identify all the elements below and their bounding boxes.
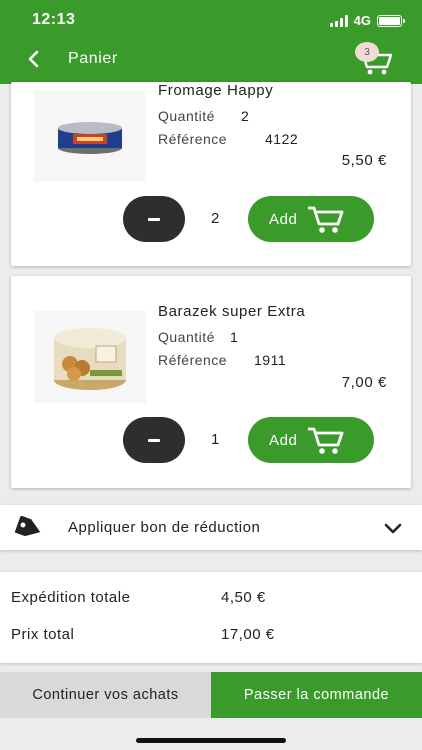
network-label: 4G — [353, 13, 371, 28]
decrease-quantity-button[interactable] — [123, 196, 185, 242]
add-to-cart-button[interactable]: Add — [248, 417, 374, 463]
add-button-label: Add — [269, 210, 298, 228]
cart-item-card: Barazek super Extra Quantité 1 Référence… — [11, 276, 411, 488]
app-header: 12:13 4G Panier 3 — [0, 0, 422, 84]
add-to-cart-button[interactable]: Add — [248, 196, 374, 242]
signal-icon — [329, 14, 348, 27]
checkout-button[interactable]: Passer la commande — [211, 672, 422, 718]
add-cart-icon — [307, 427, 343, 454]
status-time: 12:13 — [32, 11, 76, 28]
reference-label: Référence — [158, 352, 228, 368]
product-price: 5,50 € — [341, 152, 387, 169]
cart-item-card: Fromage Happy Quantité 2 Référence 4122 … — [11, 82, 411, 266]
add-cart-icon — [307, 206, 343, 233]
back-button[interactable] — [22, 48, 44, 70]
apply-coupon-row[interactable]: Appliquer bon de réduction — [0, 505, 422, 550]
home-indicator[interactable] — [136, 738, 286, 743]
continue-shopping-button[interactable]: Continuer vos achats — [0, 672, 211, 718]
total-price-label: Prix total — [11, 626, 75, 643]
reference-label: Référence — [158, 131, 228, 147]
product-name: Fromage Happy — [158, 82, 274, 99]
product-image — [34, 311, 146, 403]
quantity-display: 2 — [211, 210, 220, 227]
shipping-value: 4,50 € — [221, 589, 266, 606]
battery-icon — [377, 14, 405, 27]
bottom-action-bar: Continuer vos achats Passer la commande — [0, 672, 422, 718]
chevron-down-icon — [384, 523, 402, 534]
total-price-value: 17,00 € — [221, 626, 275, 643]
decrease-quantity-button[interactable] — [123, 417, 185, 463]
status-indicators: 4G — [329, 13, 405, 28]
reference-value: 4122 — [265, 131, 299, 147]
minus-icon — [148, 217, 160, 221]
back-chevron-icon — [28, 50, 39, 68]
coupon-label: Appliquer bon de réduction — [68, 519, 261, 536]
cart-button[interactable]: 3 — [352, 42, 396, 76]
reference-value: 1911 — [254, 352, 287, 368]
product-price: 7,00 € — [341, 374, 387, 391]
tag-icon — [14, 516, 41, 537]
quantity-value: 1 — [230, 329, 239, 345]
quantity-value: 2 — [241, 108, 250, 124]
shipping-label: Expédition totale — [11, 589, 131, 606]
product-name: Barazek super Extra — [158, 303, 306, 320]
minus-icon — [148, 438, 160, 442]
order-summary: Expédition totale 4,50 € Prix total 17,0… — [0, 572, 422, 663]
quantity-display: 1 — [211, 431, 220, 448]
add-button-label: Add — [269, 431, 298, 449]
cart-count-badge: 3 — [355, 42, 379, 62]
quantity-label: Quantité — [158, 108, 215, 124]
quantity-label: Quantité — [158, 329, 215, 345]
product-image — [34, 90, 146, 182]
page-title: Panier — [68, 50, 118, 67]
